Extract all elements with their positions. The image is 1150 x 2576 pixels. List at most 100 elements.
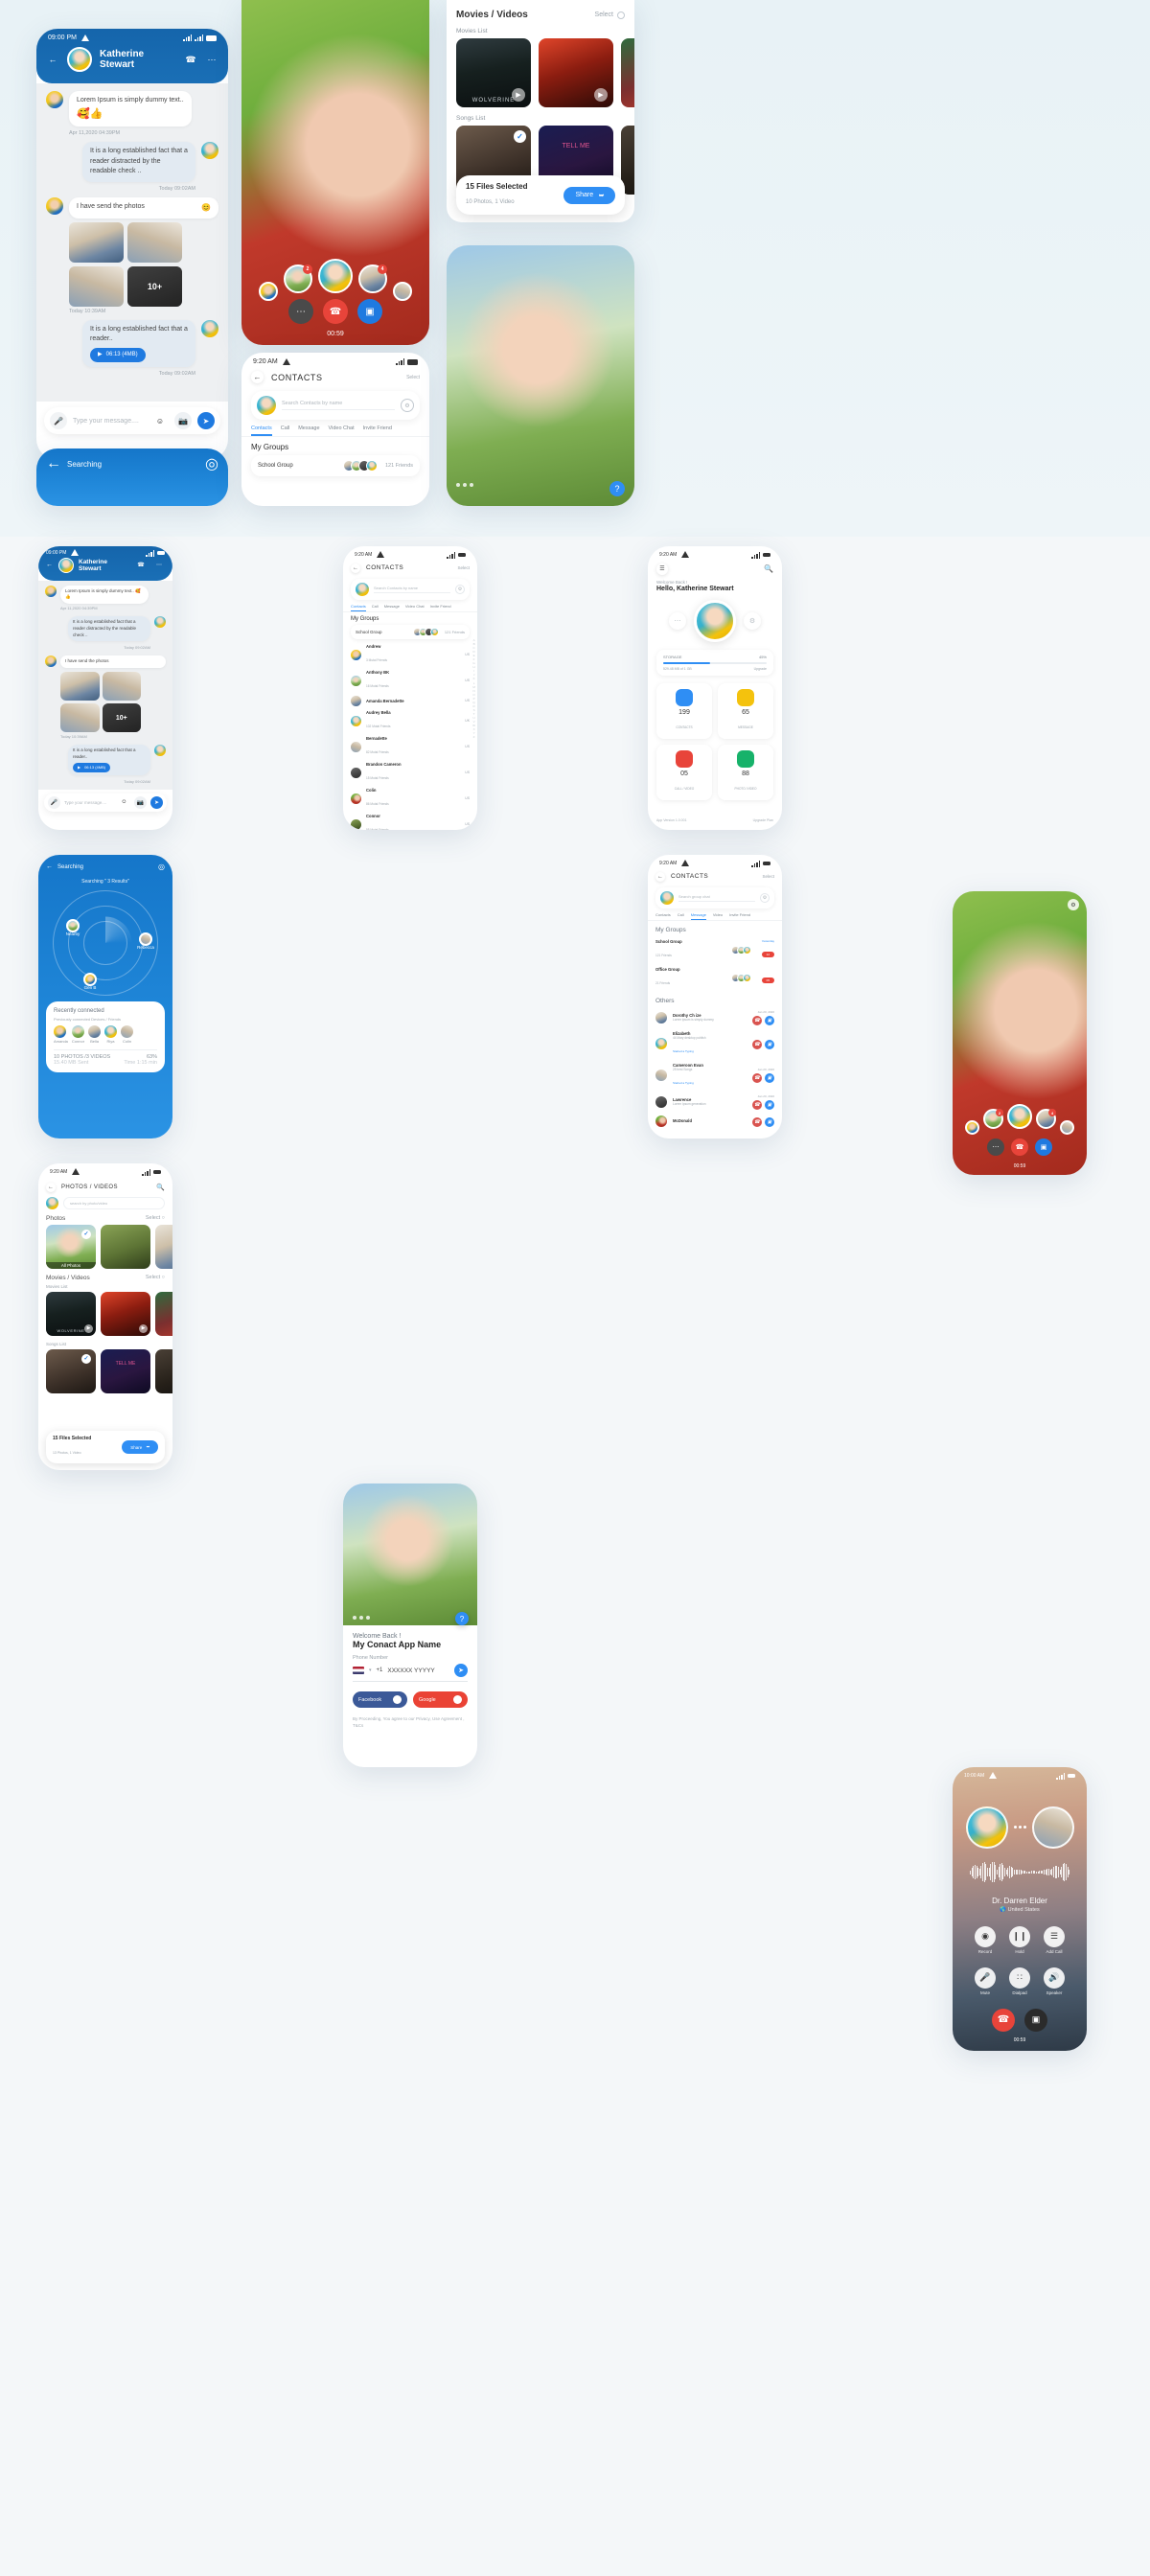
question-icon[interactable]: ? [610,481,625,496]
select-button[interactable]: Select [595,11,625,19]
phone-icon[interactable]: ☎ [184,53,197,66]
back-icon[interactable]: ← [46,1183,56,1192]
voice-message[interactable]: ▶ 06:13 (4MB) [90,347,146,362]
radar-person[interactable]: Gen B [83,973,97,990]
gear-icon[interactable]: ⚙ [760,892,770,903]
stat-card[interactable]: 65 MESSAGE [718,683,773,739]
play-icon[interactable]: ▶ [594,88,608,102]
video-button[interactable]: ▣ [1024,2008,1047,2032]
gear-icon[interactable]: ⚙ [744,612,761,630]
video-toggle-button[interactable]: ▣ [1035,1138,1052,1156]
photo-thumb[interactable] [60,703,100,732]
participant-avatar[interactable] [318,259,353,293]
end-call-button[interactable]: ☎ [323,299,348,324]
more-control-button[interactable]: ⋯ [987,1138,1004,1156]
back-icon[interactable]: ← [46,53,59,66]
phone-input-row[interactable]: ▾ +1 XXXXXX YYYYY ➤ [353,1664,468,1682]
group-row[interactable]: School Group 121 Friends Yesterday 12 [648,936,782,964]
search-input[interactable]: Search Contacts by name [374,586,450,593]
phone-icon[interactable]: ☎ [134,559,148,572]
message-input[interactable]: Type your message.... [73,418,146,425]
profile-avatar[interactable] [694,599,736,642]
avatar[interactable] [46,1196,58,1209]
recent-person[interactable]: Bella [88,1025,102,1044]
check-icon[interactable]: ✓ [514,130,526,143]
chat-input-bar[interactable]: 🎤 Type your message.... ☺ 📷 ➤ [44,793,167,812]
send-icon[interactable]: ➤ [150,795,163,809]
contact-row[interactable]: Brandon Cameron 15 Mutal Friends US [343,760,477,786]
song-card[interactable] [155,1348,172,1393]
phone-input[interactable]: XXXXXX YYYYY [387,1668,449,1674]
movie-card[interactable] [621,38,634,107]
check-icon[interactable]: ✓ [81,1353,91,1364]
message-input[interactable]: Type your message.... [64,800,114,805]
add-user-icon[interactable]: ☰ Add Call [1044,1925,1065,1954]
back-icon[interactable]: ← [46,455,61,472]
send-icon[interactable]: ➤ [197,412,215,429]
terms-text[interactable]: By Proceeding, You agree to our Privacy,… [353,1715,468,1729]
back-icon[interactable]: ← [46,863,53,870]
photo-card[interactable] [101,1224,150,1269]
tab-invite-friend[interactable]: Invite Friend [729,912,750,920]
contact-row[interactable]: Colin 86 Mutal Friends US [343,786,477,812]
recent-people-row[interactable]: Amanda Connor Bella Riya Colin [54,1025,157,1044]
contact-row[interactable]: Amanda Bernadette US [343,694,477,708]
search-bar[interactable]: Search Contacts by name ⚙ [251,391,420,420]
message-row[interactable]: Cameroon Evan 25 best Songs Started a Typi… [648,1060,782,1092]
select-button[interactable]: Select ○ [146,1275,165,1280]
dots-icon[interactable]: ⋯ [669,612,686,630]
smiley-icon[interactable]: ☺ [151,412,169,429]
end-call-button[interactable]: ☎ [992,2008,1015,2032]
photo-thumb[interactable] [127,221,182,263]
voice-message[interactable]: ▶ 06:13 (4MB) [73,762,111,772]
upgrade-plan-link[interactable]: Upgrade Plan [753,818,773,822]
participant-avatar[interactable] [259,282,278,301]
search-input[interactable]: search by photo/video [63,1196,165,1209]
message-row[interactable]: Elizabeth 44 Mary desktop publish Started … [648,1028,782,1060]
chat-input-bar[interactable]: 🎤 Type your message.... ☺ 📷 ➤ [44,407,220,434]
movie-card[interactable]: ▶ [539,38,613,107]
photos-row[interactable]: ✓ All Photos [38,1224,172,1269]
back-icon[interactable]: ← [251,371,264,383]
carousel-dots[interactable] [353,1616,370,1620]
tab-contacts[interactable]: Contacts [656,912,671,920]
select-button[interactable]: Select [762,874,774,879]
upgrade-link[interactable]: Upgrade [754,667,767,671]
photo-card[interactable] [155,1224,172,1269]
more-icon[interactable]: ⋯ [205,53,218,66]
image-icon[interactable]: 📷 [134,795,147,809]
contact-row[interactable]: Bernadette 82 Mutal Friends US [343,734,477,760]
gear-icon[interactable]: ⚙ [455,584,465,594]
hamburger-icon[interactable]: ☰ [656,564,668,575]
gear-icon[interactable]: ⚙ [1068,899,1079,910]
back-icon[interactable]: ← [351,564,360,573]
recent-person[interactable]: Colin [121,1025,134,1044]
tab-contacts[interactable]: Contacts [251,426,272,436]
stat-card[interactable]: 05 CALL / VIDEO [656,745,712,800]
participant-avatar[interactable]: 4 [1036,1109,1056,1129]
next-button[interactable]: ➤ [454,1664,468,1677]
avatar[interactable] [67,47,92,72]
select-button[interactable]: Select [457,565,470,570]
stat-card[interactable]: 88 PHOTO /VIDEO [718,745,773,800]
tab-call[interactable]: Call [678,912,684,920]
check-icon[interactable]: ✓ [81,1229,91,1239]
tab-invite-friend[interactable]: Invite Friend [363,426,392,436]
tab-call[interactable]: Call [281,426,289,436]
mic-icon[interactable]: 🎤 [50,412,67,429]
tab-video-chat[interactable]: Video Chat [405,604,425,611]
tab-message[interactable]: Message [384,604,400,611]
alpha-index[interactable]: ABCDEFGHIJKLMNOPQRSTUVWXYZ [472,638,475,739]
tab-invite-friend[interactable]: Invite Friend [430,604,451,611]
alpha-index-letter[interactable]: Z [473,735,475,739]
record-icon[interactable]: ◉ Record [975,1925,996,1954]
songs-row[interactable]: ✓ TELL ME [38,1348,172,1393]
participant-avatar[interactable] [1060,1120,1074,1135]
play-icon[interactable]: ▶ [139,1323,148,1333]
movie-card[interactable]: WOLVERINE ▶ [456,38,531,107]
photo-thumb[interactable] [69,221,124,263]
photo-thumb-more[interactable]: 10+ [102,703,141,732]
share-button[interactable]: Share ➥ [122,1440,158,1454]
recent-person[interactable]: Riya [104,1025,118,1044]
smiley-icon[interactable]: ☺ [118,796,130,809]
